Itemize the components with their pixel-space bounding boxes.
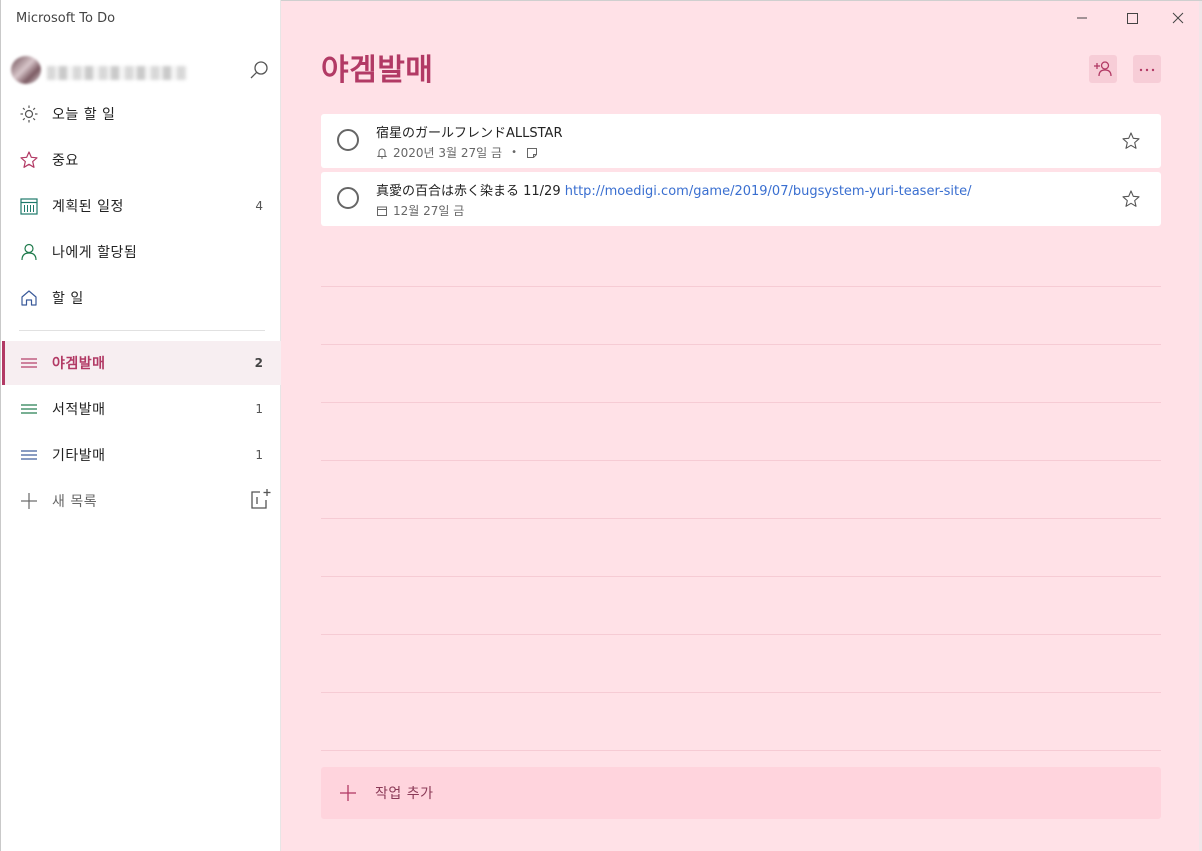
search-icon <box>250 61 268 79</box>
new-list-label: 새 목록 <box>52 494 98 510</box>
ruled-line <box>321 460 1161 461</box>
list-item-books[interactable]: 서적발매 1 <box>2 387 281 431</box>
nav-item-my-day[interactable]: 오늘 할 일 <box>2 92 281 136</box>
star-icon <box>20 151 38 168</box>
importance-star-button[interactable] <box>1121 131 1141 151</box>
more-options-button[interactable] <box>1133 55 1161 83</box>
list-icon <box>21 404 37 414</box>
more-icon <box>1139 68 1155 72</box>
close-icon <box>1172 12 1184 24</box>
share-list-button[interactable] <box>1089 55 1117 83</box>
task-title-text: 宿星のガールフレンドALLSTAR <box>376 126 563 141</box>
list-item-count: 1 <box>255 402 263 416</box>
app-title: Microsoft To Do <box>16 11 116 26</box>
calendar-icon <box>20 198 38 215</box>
ruled-line <box>321 402 1161 403</box>
nav-item-assigned-to-me[interactable]: 나에게 할당됨 <box>2 230 281 274</box>
maximize-button[interactable] <box>1119 7 1145 29</box>
task-item[interactable]: 宿星のガールフレンドALLSTAR 2020년 3월 27일 금 • <box>321 114 1161 168</box>
search-button[interactable] <box>247 58 271 82</box>
list-item-yagem[interactable]: 야겜발매 2 <box>2 341 281 385</box>
ruled-line <box>321 576 1161 577</box>
add-task-placeholder: 작업 추가 <box>375 786 434 802</box>
list-title[interactable]: 야겜발매 <box>321 45 433 89</box>
complete-checkbox[interactable] <box>337 129 359 151</box>
person-icon <box>21 243 37 261</box>
list-item-others[interactable]: 기타발매 1 <box>2 433 281 477</box>
ruled-line <box>321 344 1161 345</box>
nav-item-tasks[interactable]: 할 일 <box>2 276 281 320</box>
minimize-icon <box>1077 17 1087 19</box>
maximize-icon <box>1127 13 1138 24</box>
minimize-button[interactable] <box>1069 7 1095 29</box>
sidebar: Microsoft To Do 오늘 할 일 중요 계획된 일정 4 나에게 할… <box>0 0 281 851</box>
new-list-button[interactable]: 새 목록 <box>2 479 242 523</box>
avatar[interactable] <box>11 56 41 84</box>
task-title: 宿星のガールフレンドALLSTAR <box>376 122 563 141</box>
close-button[interactable] <box>1165 7 1191 29</box>
nav-item-label: 할 일 <box>52 291 84 307</box>
user-profile[interactable] <box>11 56 187 84</box>
list-item-label: 야겜발매 <box>52 356 106 372</box>
nav-item-label: 계획된 일정 <box>52 199 124 215</box>
main-pane: 야겜발매 宿星のガールフレンドALLSTAR 2020년 3월 27일 금 • <box>281 0 1202 851</box>
plus-icon <box>21 493 37 509</box>
task-item[interactable]: 真愛の百合は赤く染まる 11/29 http://moedigi.com/gam… <box>321 172 1161 226</box>
star-icon <box>1122 132 1140 149</box>
ruled-line <box>321 692 1161 693</box>
plus-icon <box>340 785 356 801</box>
list-icon <box>21 358 37 368</box>
note-icon <box>526 147 537 158</box>
calendar-icon <box>377 206 387 216</box>
bell-icon <box>376 147 388 158</box>
add-person-icon <box>1094 61 1112 77</box>
nav-item-planned[interactable]: 계획된 일정 4 <box>2 184 281 228</box>
complete-checkbox[interactable] <box>337 187 359 209</box>
meta-separator: • <box>511 147 517 158</box>
list-item-count: 1 <box>255 448 263 462</box>
list-item-label: 서적발매 <box>52 402 106 418</box>
sidebar-divider <box>19 330 265 331</box>
task-link[interactable]: http://moedigi.com/game/2019/07/bugsyste… <box>565 184 972 199</box>
list-item-count: 2 <box>254 356 263 370</box>
sun-icon <box>20 105 38 123</box>
nav-item-count: 4 <box>255 199 263 213</box>
home-icon <box>21 290 37 306</box>
task-title: 真愛の百合は赤く染まる 11/29 http://moedigi.com/gam… <box>376 180 972 199</box>
ruled-line <box>321 750 1161 751</box>
nav-item-label: 오늘 할 일 <box>52 107 116 123</box>
ruled-line <box>321 286 1161 287</box>
task-title-text: 真愛の百合は赤く染まる 11/29 <box>376 184 561 199</box>
importance-star-button[interactable] <box>1121 189 1141 209</box>
user-name-blurred <box>47 66 187 80</box>
nav-item-label: 나에게 할당됨 <box>52 245 138 261</box>
add-task-input[interactable]: 작업 추가 <box>321 767 1161 819</box>
nav-item-label: 중요 <box>52 153 79 169</box>
list-item-label: 기타발매 <box>52 448 106 464</box>
list-icon <box>21 450 37 460</box>
nav-item-important[interactable]: 중요 <box>2 138 281 182</box>
task-meta: 12월 27일 금 <box>376 202 464 219</box>
task-due-date: 2020년 3월 27일 금 <box>393 146 503 160</box>
star-icon <box>1122 190 1140 207</box>
task-meta: 2020년 3월 27일 금 • <box>376 144 543 161</box>
new-group-button[interactable] <box>248 488 272 512</box>
new-group-icon <box>251 489 271 509</box>
ruled-line <box>321 518 1161 519</box>
ruled-line <box>321 634 1161 635</box>
task-due-date: 12월 27일 금 <box>393 204 465 218</box>
